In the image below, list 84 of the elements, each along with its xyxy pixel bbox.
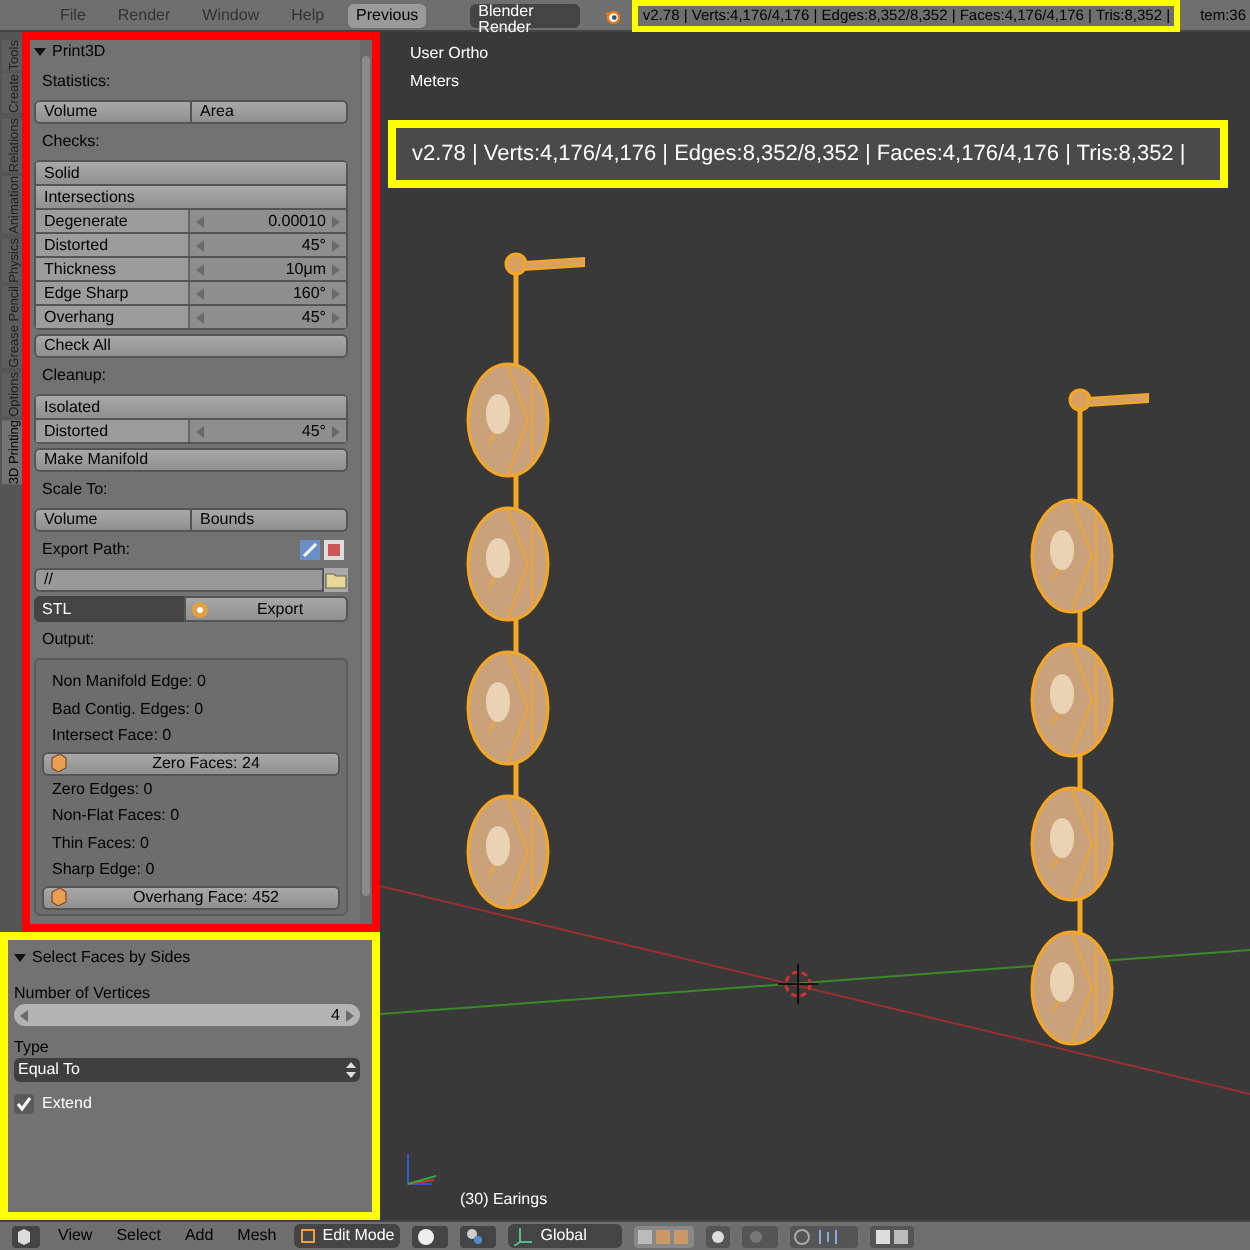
export-button[interactable]: Export bbox=[184, 596, 348, 622]
left-arrow-icon bbox=[20, 1009, 28, 1021]
check-icon bbox=[16, 1096, 32, 1112]
menu-item[interactable]: Mesh bbox=[231, 1224, 283, 1248]
right-arrow-icon bbox=[346, 1009, 354, 1021]
field-label: Distorted bbox=[36, 420, 188, 442]
field-label: Overhang bbox=[36, 306, 188, 328]
section-label: Checks: bbox=[42, 130, 100, 154]
updown-icon bbox=[346, 1062, 356, 1078]
blender-logo-icon bbox=[603, 5, 621, 25]
units-label: Meters bbox=[410, 70, 461, 94]
mode-toggle[interactable]: Area bbox=[192, 100, 348, 124]
number-field[interactable]: 10μm bbox=[188, 258, 346, 280]
field-label: Edge Sharp bbox=[36, 282, 188, 304]
back-button[interactable]: Previous bbox=[348, 3, 427, 27]
left-arrow-icon bbox=[196, 425, 204, 437]
field-label: Number of Vertices bbox=[14, 982, 153, 1004]
checkbox[interactable] bbox=[14, 1094, 34, 1114]
mode-toggle[interactable]: Volume bbox=[34, 508, 192, 532]
number-field[interactable]: 45° bbox=[188, 420, 346, 442]
output-text: Thin Faces: 0 bbox=[50, 831, 151, 855]
section-label: Output: bbox=[42, 628, 95, 652]
panel-button[interactable]: Make Manifold bbox=[34, 448, 348, 472]
panel-button[interactable]: Solid bbox=[34, 162, 348, 186]
field-label: Type bbox=[14, 1036, 51, 1058]
output-text: Non-Flat Faces: 0 bbox=[50, 804, 182, 828]
mesh-icon bbox=[300, 1228, 317, 1244]
export-icon bbox=[190, 599, 210, 619]
menu-item[interactable]: Add bbox=[178, 1224, 220, 1248]
output-text: Bad Contig. Edges: 0 bbox=[50, 697, 206, 722]
panel-title[interactable]: Select Faces by Sides bbox=[32, 946, 191, 970]
collapse-triangle-icon[interactable] bbox=[14, 952, 26, 964]
mode-toggle[interactable]: Volume bbox=[34, 100, 192, 124]
statistics-callout: v2.78 | Verts:4,176/4,176 | Edges:8,352/8,352 | Faces:4,176/4,176 | Tris:8,352 | bbox=[388, 120, 1228, 188]
section-label: Statistics: bbox=[42, 70, 111, 94]
render-icon[interactable] bbox=[870, 1225, 915, 1247]
menu-item[interactable]: View bbox=[52, 1224, 99, 1248]
panel-button[interactable]: Check All bbox=[34, 334, 348, 358]
view-name: User Ortho bbox=[410, 42, 491, 66]
section-label: Cleanup: bbox=[42, 364, 107, 388]
format-dropdown[interactable]: STL bbox=[34, 596, 184, 622]
number-field[interactable]: 160° bbox=[188, 282, 346, 304]
axes-icon bbox=[514, 1227, 533, 1245]
pivot-icon[interactable] bbox=[460, 1225, 497, 1247]
mode-dropdown[interactable]: Edit Mode bbox=[294, 1224, 401, 1248]
section-label: Scale To: bbox=[42, 478, 108, 502]
object-info: (30) Earings bbox=[460, 1188, 548, 1212]
checkbox-label: Extend bbox=[42, 1092, 92, 1116]
panel-button[interactable]: Isolated bbox=[34, 396, 348, 420]
select-mode-icon[interactable] bbox=[634, 1225, 695, 1247]
orientation-dropdown[interactable]: Global bbox=[508, 1224, 623, 1248]
select-button[interactable]: Overhang Face: 452 bbox=[42, 885, 340, 909]
panel-button[interactable]: Intersections bbox=[34, 186, 348, 210]
axis-gizmo-icon bbox=[407, 1153, 437, 1185]
cube-icon bbox=[50, 888, 68, 906]
collapse-triangle-icon[interactable] bbox=[34, 46, 46, 58]
image-icon[interactable] bbox=[324, 540, 344, 560]
path-field[interactable]: // bbox=[34, 568, 324, 592]
type-dropdown[interactable]: Equal To bbox=[14, 1058, 360, 1082]
cube-icon[interactable] bbox=[12, 1225, 40, 1247]
field-label: Thickness bbox=[36, 258, 188, 280]
occlude-icon[interactable] bbox=[706, 1225, 731, 1247]
number-field[interactable]: 45° bbox=[188, 306, 346, 328]
output-text: Non Manifold Edge: 0 bbox=[50, 670, 208, 694]
field-label: Degenerate bbox=[36, 210, 188, 232]
number-field[interactable]: 0.00010 bbox=[188, 210, 346, 232]
section-label: Export Path: bbox=[42, 538, 131, 562]
vertices-field[interactable]: 4 bbox=[14, 1004, 360, 1026]
folder-icon[interactable] bbox=[324, 568, 348, 592]
right-arrow-icon bbox=[332, 425, 340, 437]
panel-title[interactable]: Print3D bbox=[52, 40, 106, 64]
output-text: Intersect Face: 0 bbox=[50, 724, 174, 748]
menu-item[interactable]: Select bbox=[110, 1224, 167, 1248]
number-field[interactable]: 45° bbox=[188, 234, 346, 256]
mode-toggle[interactable]: Bounds bbox=[192, 508, 348, 532]
output-text: Sharp Edge: 0 bbox=[50, 858, 157, 882]
snap-icon[interactable] bbox=[790, 1225, 859, 1247]
scrollbar[interactable] bbox=[362, 56, 370, 896]
field-label: Distorted bbox=[36, 234, 188, 256]
output-text: Zero Edges: 0 bbox=[50, 777, 155, 802]
pen-icon[interactable] bbox=[300, 540, 320, 560]
cube-icon bbox=[50, 754, 68, 772]
select-button[interactable]: Zero Faces: 24 bbox=[42, 751, 340, 775]
3d-cursor-icon bbox=[777, 963, 819, 1005]
